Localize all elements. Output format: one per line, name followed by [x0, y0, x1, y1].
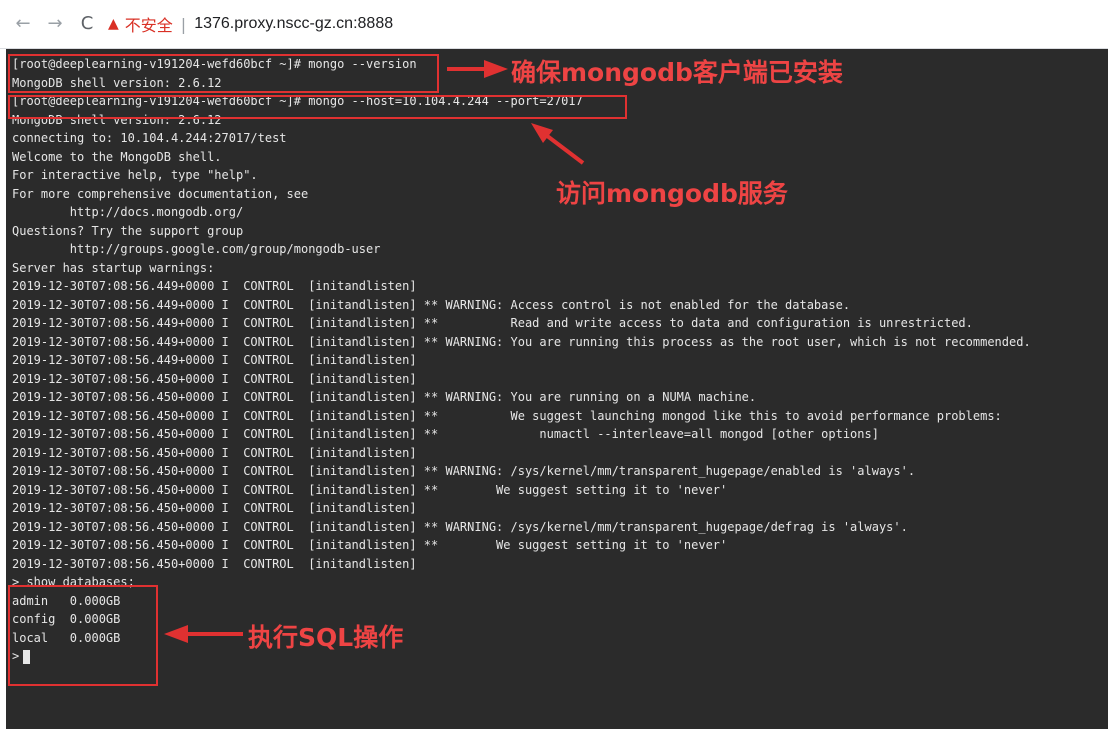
terminal-line: 2019-12-30T07:08:56.450+0000 I CONTROL [… — [12, 371, 417, 386]
terminal-line: 2019-12-30T07:08:56.449+0000 I CONTROL [… — [12, 279, 417, 293]
terminal-line: 2019-12-30T07:08:56.450+0000 I CONTROL [… — [12, 427, 879, 441]
terminal-line: 2019-12-30T07:08:56.450+0000 I CONTROL [… — [12, 482, 728, 497]
terminal-line: 2019-12-30T07:08:56.449+0000 I CONTROL [… — [12, 297, 851, 312]
terminal-line: For more comprehensive documentation, se… — [12, 186, 309, 201]
browser-toolbar: ← → C ▲ 不安全 | 1376.proxy.nscc-gz.cn:8888 — [0, 0, 1108, 49]
terminal-line: 2019-12-30T07:08:56.449+0000 I CONTROL [… — [12, 353, 417, 367]
url-text[interactable]: 1376.proxy.nscc-gz.cn:8888 — [194, 15, 393, 33]
terminal-line: 2019-12-30T07:08:56.449+0000 I CONTROL [… — [12, 316, 973, 330]
terminal-line: Server has startup warnings: — [12, 260, 215, 275]
terminal-line: config 0.000GB — [12, 612, 121, 626]
terminal-line: 2019-12-30T07:08:56.450+0000 I CONTROL [… — [12, 408, 1002, 423]
terminal-line: > show databases; — [12, 575, 135, 589]
annotation-label-client-installed: 确保mongodb客户端已安装 — [511, 58, 843, 87]
terminal-line: local 0.000GB — [12, 630, 121, 645]
terminal-line: admin 0.000GB — [12, 593, 121, 608]
terminal-line: Questions? Try the support group — [12, 223, 244, 238]
warning-icon[interactable]: ▲ — [108, 16, 119, 32]
terminal-line: For interactive help, type "help". — [12, 168, 258, 182]
terminal-line: http://docs.mongodb.org/ — [12, 205, 244, 219]
terminal-line: 2019-12-30T07:08:56.450+0000 I CONTROL [… — [12, 501, 417, 515]
back-arrow-icon[interactable]: ← — [12, 13, 34, 35]
terminal-line: 2019-12-30T07:08:56.450+0000 I CONTROL [… — [12, 445, 417, 460]
terminal-line: 2019-12-30T07:08:56.450+0000 I CONTROL [… — [12, 390, 757, 404]
terminal-line: 2019-12-30T07:08:56.449+0000 I CONTROL [… — [12, 334, 1031, 349]
terminal-line: 2019-12-30T07:08:56.450+0000 I CONTROL [… — [12, 556, 417, 571]
terminal-prompt-line[interactable]: > — [12, 647, 1031, 666]
terminal-line: 2019-12-30T07:08:56.450+0000 I CONTROL [… — [12, 538, 728, 552]
annotation-label-sql-operation: 执行SQL操作 — [248, 623, 404, 652]
terminal-line: 2019-12-30T07:08:56.450+0000 I CONTROL [… — [12, 519, 908, 534]
annotation-label-access-service: 访问mongodb服务 — [556, 179, 788, 208]
forward-arrow-icon[interactable]: → — [44, 13, 66, 35]
annotation-box-connect — [8, 95, 627, 119]
terminal-output: [root@deeplearning-v191204-wefd60bcf ~]#… — [12, 55, 1031, 666]
terminal-window[interactable]: [root@deeplearning-v191204-wefd60bcf ~]#… — [6, 49, 1108, 729]
terminal-line: 2019-12-30T07:08:56.450+0000 I CONTROL [… — [12, 464, 916, 478]
address-bar[interactable]: ▲ 不安全 | 1376.proxy.nscc-gz.cn:8888 — [108, 11, 708, 37]
terminal-line: connecting to: 10.104.4.244:27017/test — [12, 131, 287, 145]
terminal-line: http://groups.google.com/group/mongodb-u… — [12, 242, 381, 256]
annotation-box-sql — [8, 585, 158, 686]
annotation-box-version — [8, 54, 439, 93]
reload-icon[interactable]: C — [76, 13, 98, 35]
security-status[interactable]: 不安全 — [125, 12, 173, 36]
address-separator: | — [180, 14, 187, 34]
terminal-line: Welcome to the MongoDB shell. — [12, 149, 222, 164]
